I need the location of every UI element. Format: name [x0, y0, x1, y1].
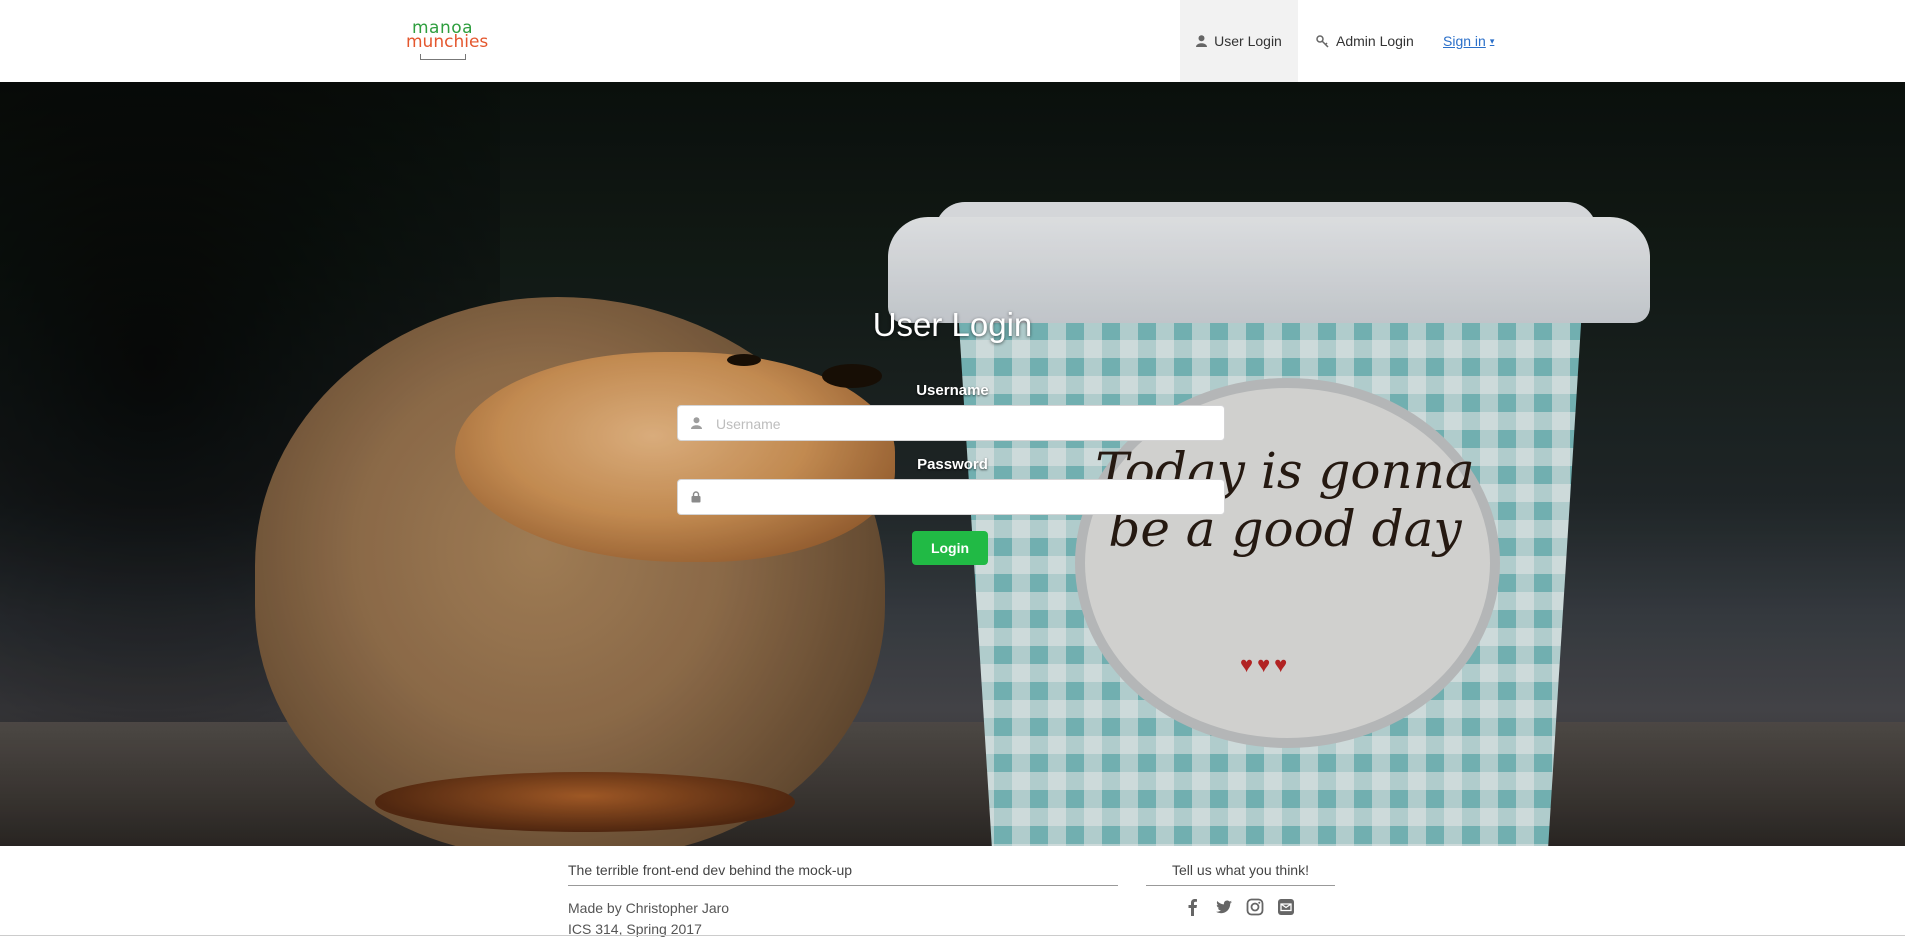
username-input[interactable] — [714, 406, 1218, 442]
login-button[interactable]: Login — [912, 531, 988, 565]
caret-down-icon: ▾ — [1489, 35, 1495, 46]
nav-user-login[interactable]: User Login — [1180, 0, 1298, 82]
logo-line-2: munchies — [406, 32, 489, 52]
key-icon — [1316, 34, 1329, 48]
mail-icon[interactable] — [1277, 898, 1295, 916]
nav-sign-in-dropdown[interactable]: Sign in ▾ — [1443, 0, 1494, 82]
logo-plate-icon — [420, 54, 466, 60]
social-links — [1184, 898, 1295, 916]
footer-feedback-heading: Tell us what you think! — [1146, 862, 1335, 886]
manoa-munchies-logo[interactable]: manoa munchies — [406, 18, 488, 62]
username-label: Username — [916, 382, 989, 399]
nav-admin-login[interactable]: Admin Login — [1316, 0, 1414, 82]
password-label: Password — [917, 456, 988, 473]
instagram-icon[interactable] — [1246, 898, 1264, 916]
sign-in-label: Sign in — [1443, 33, 1486, 49]
lock-icon — [691, 490, 701, 508]
top-navbar: manoa munchies User Login Admin Login Si… — [0, 0, 1905, 82]
nav-user-login-label: User Login — [1214, 33, 1282, 49]
footer-dev-heading: The terrible front-end dev behind the mo… — [568, 862, 1118, 886]
password-field-wrapper — [677, 479, 1225, 516]
footer: The terrible front-end dev behind the mo… — [0, 846, 1905, 937]
twitter-icon[interactable] — [1215, 898, 1233, 916]
user-icon — [1196, 35, 1208, 47]
user-icon — [691, 416, 702, 434]
nav-admin-login-label: Admin Login — [1336, 33, 1414, 49]
login-form-title: User Login — [872, 306, 1033, 343]
password-input[interactable] — [714, 480, 1218, 516]
username-field-wrapper — [677, 405, 1225, 442]
footer-made-by: Made by Christopher Jaro — [568, 900, 730, 916]
facebook-icon[interactable] — [1184, 898, 1202, 916]
